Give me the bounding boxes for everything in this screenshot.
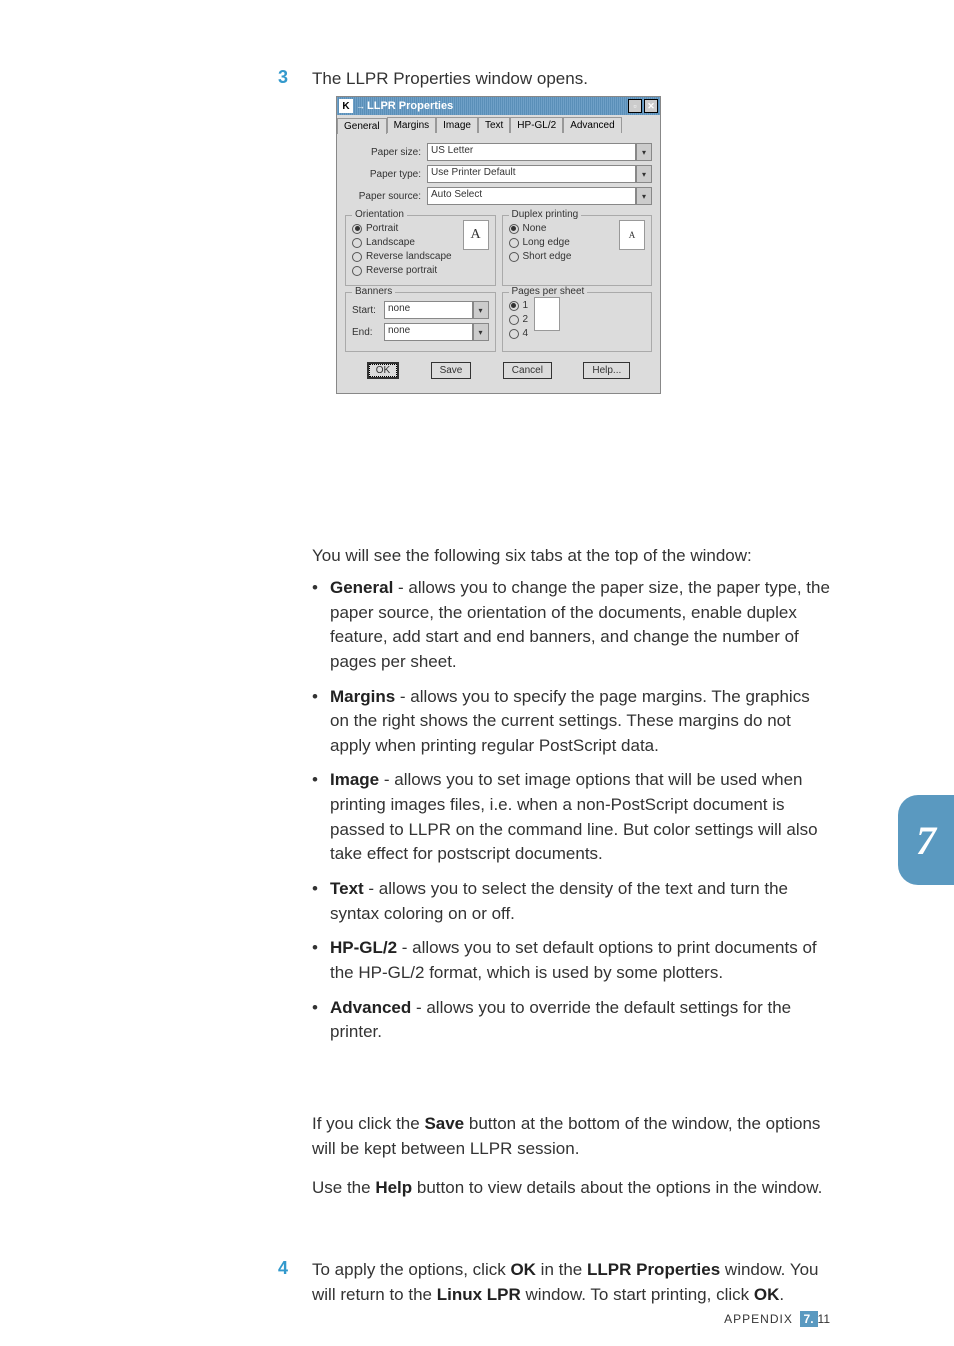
radio-duplex-short[interactable] (509, 252, 519, 262)
radio-label: 2 (523, 314, 529, 325)
chevron-down-icon[interactable]: ▾ (636, 165, 652, 183)
duplex-preview: A (619, 220, 645, 250)
tab-general[interactable]: General (337, 118, 387, 134)
radio-label: 1 (523, 300, 529, 311)
tab-image[interactable]: Image (436, 117, 478, 133)
chevron-down-icon[interactable]: ▾ (636, 143, 652, 161)
radio-landscape[interactable] (352, 238, 362, 248)
radio-portrait[interactable] (352, 224, 362, 234)
radio-rev-portrait[interactable] (352, 266, 362, 276)
radio-label: Landscape (366, 237, 415, 248)
paper-source-label: Paper source: (345, 191, 427, 202)
step-4-number: 4 (278, 1258, 288, 1279)
banners-legend: Banners (352, 286, 395, 297)
radio-pps-2[interactable] (509, 315, 519, 325)
tab-advanced[interactable]: Advanced (563, 117, 621, 133)
orientation-preview: A (463, 220, 489, 250)
tab-descriptions-list: •General - allows you to change the pape… (312, 576, 830, 1055)
radio-pps-4[interactable] (509, 329, 519, 339)
duplex-legend: Duplex printing (509, 209, 582, 220)
paper-type-label: Paper type: (345, 169, 427, 180)
save-note: If you click the Save button at the bott… (312, 1112, 830, 1161)
radio-label: None (523, 223, 547, 234)
radio-label: Reverse landscape (366, 251, 452, 262)
banner-end-combo[interactable]: none (384, 323, 473, 341)
ok-button[interactable]: OK (367, 362, 399, 379)
pps-legend: Pages per sheet (509, 286, 588, 297)
dialog-title: LLPR Properties (367, 100, 453, 112)
banners-group: Banners Start:none▾ End:none▾ (345, 292, 496, 352)
duplex-group: Duplex printing None Long edge Short edg… (502, 215, 653, 286)
cancel-button[interactable]: Cancel (503, 362, 552, 379)
radio-label: 4 (523, 328, 529, 339)
save-button[interactable]: Save (431, 362, 472, 379)
radio-label: Long edge (523, 237, 570, 248)
llpr-dialog: K → LLPR Properties ▫ ✕ General Margins … (336, 96, 661, 394)
bullet-icon: • (312, 768, 330, 867)
step-4-text: To apply the options, click OK in the LL… (312, 1258, 830, 1307)
list-item: Advanced - allows you to override the de… (330, 996, 830, 1045)
radio-rev-landscape[interactable] (352, 252, 362, 262)
step-3-number: 3 (278, 67, 288, 88)
close-icon[interactable]: ✕ (644, 99, 658, 113)
dialog-buttons: OK Save Cancel Help... (345, 352, 652, 383)
list-item: Margins - allows you to specify the page… (330, 685, 830, 759)
bullet-icon: • (312, 877, 330, 926)
step-3-intro: The LLPR Properties window opens. (312, 67, 588, 91)
paper-type-combo[interactable]: Use Printer Default (427, 165, 636, 183)
bullet-icon: • (312, 936, 330, 985)
maximize-icon[interactable]: ▫ (628, 99, 642, 113)
list-item: Text - allows you to select the density … (330, 877, 830, 926)
list-item: General - allows you to change the paper… (330, 576, 830, 675)
page-footer: APPENDIX 7.11 (0, 1312, 830, 1326)
paper-size-combo[interactable]: US Letter (427, 143, 636, 161)
list-item: Image - allows you to set image options … (330, 768, 830, 867)
tab-margins[interactable]: Margins (387, 117, 437, 133)
pps-preview-icon (534, 297, 560, 331)
banner-start-combo[interactable]: none (384, 301, 473, 319)
paper-source-combo[interactable]: Auto Select (427, 187, 636, 205)
radio-duplex-long[interactable] (509, 238, 519, 248)
orientation-legend: Orientation (352, 209, 407, 220)
bullet-icon: • (312, 996, 330, 1045)
dialog-tabs: General Margins Image Text HP-GL/2 Advan… (337, 115, 660, 133)
banner-start-label: Start: (352, 305, 384, 316)
chevron-down-icon[interactable]: ▾ (636, 187, 652, 205)
paper-size-label: Paper size: (345, 147, 427, 158)
orientation-group: Orientation Portrait Landscape Reverse l… (345, 215, 496, 286)
radio-duplex-none[interactable] (509, 224, 519, 234)
window-icon: K (339, 99, 353, 113)
banner-end-label: End: (352, 327, 384, 338)
tab-text[interactable]: Text (478, 117, 510, 133)
dialog-panel: Paper size: US Letter▾ Paper type: Use P… (337, 133, 660, 393)
page-number-suffix: 11 (818, 1312, 830, 1326)
dialog-arrow-icon: → (356, 101, 365, 111)
chevron-down-icon[interactable]: ▾ (473, 301, 489, 319)
tabs-intro-text: You will see the following six tabs at t… (312, 544, 830, 569)
radio-pps-1[interactable] (509, 301, 519, 311)
bullet-icon: • (312, 685, 330, 759)
radio-label: Short edge (523, 251, 572, 262)
tab-hpgl2[interactable]: HP-GL/2 (510, 117, 563, 133)
page-number-badge: 7. (800, 1311, 818, 1327)
list-item: HP-GL/2 - allows you to set default opti… (330, 936, 830, 985)
chapter-tab: 7 (898, 795, 954, 885)
radio-label: Portrait (366, 223, 398, 234)
help-button[interactable]: Help... (583, 362, 630, 379)
bullet-icon: • (312, 576, 330, 675)
pps-group: Pages per sheet 1 2 4 (502, 292, 653, 352)
dialog-titlebar: K → LLPR Properties ▫ ✕ (337, 97, 660, 115)
help-note: Use the Help button to view details abou… (312, 1176, 830, 1201)
radio-label: Reverse portrait (366, 265, 437, 276)
chevron-down-icon[interactable]: ▾ (473, 323, 489, 341)
footer-label: APPENDIX (724, 1312, 793, 1326)
